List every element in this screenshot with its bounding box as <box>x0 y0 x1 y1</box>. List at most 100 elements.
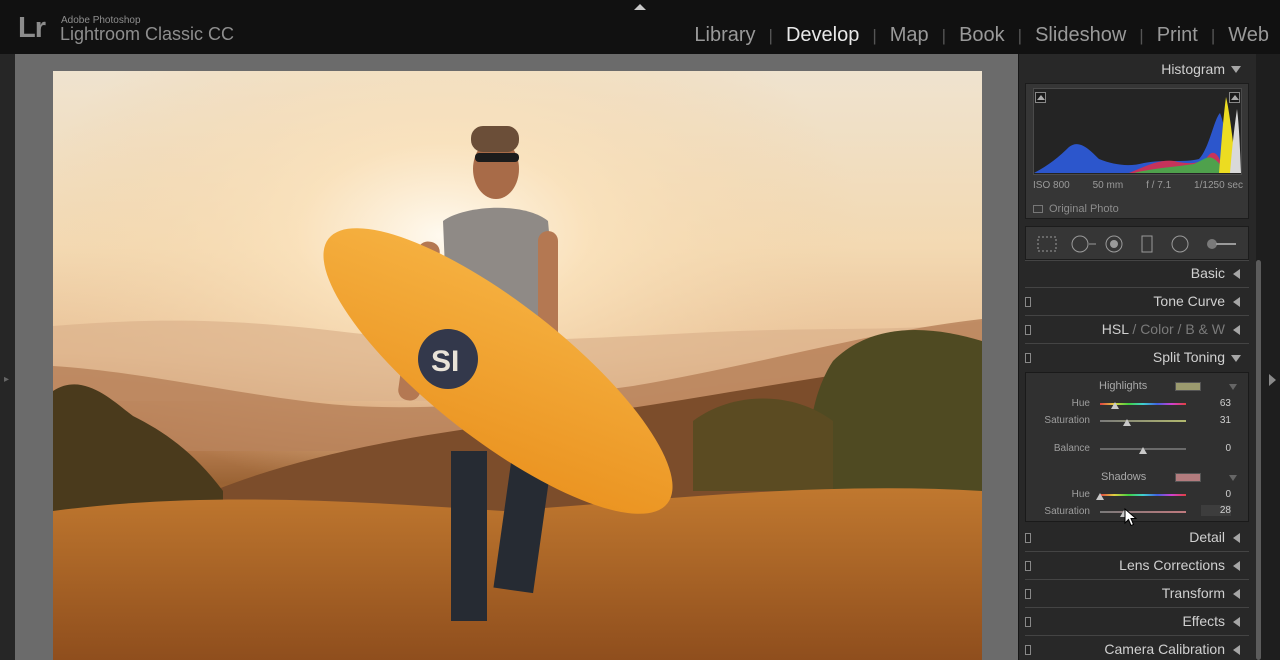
detail-toggle-switch[interactable] <box>1025 533 1031 543</box>
top-bar: Lr Adobe Photoshop Lightroom Classic CC … <box>0 0 1280 54</box>
highlights-saturation-slider-knob[interactable] <box>1122 419 1131 426</box>
detail-expand-icon[interactable] <box>1233 533 1240 543</box>
basic-section-label: Basic <box>1190 265 1225 281</box>
module-map[interactable]: Map <box>877 24 942 47</box>
tone-curve-section-header[interactable]: Tone Curve <box>1025 289 1249 315</box>
mouse-cursor-icon <box>1124 508 1138 527</box>
svg-text:SI: SI <box>431 345 459 378</box>
highlights-picker-arrow-icon[interactable] <box>1229 384 1237 390</box>
module-web[interactable]: Web <box>1215 24 1269 47</box>
split-toning-toggle-switch[interactable] <box>1025 353 1031 363</box>
bw-tab[interactable]: B & W <box>1185 321 1225 337</box>
highlights-saturation-value[interactable]: 31 <box>1201 415 1231 426</box>
original-photo-checkbox[interactable] <box>1033 205 1043 213</box>
color-tab[interactable]: Color <box>1140 321 1173 337</box>
photo-illustration: SI <box>53 71 982 660</box>
exif-shutter: 1/1250 sec <box>1194 180 1243 191</box>
highlights-color-swatch[interactable] <box>1175 382 1201 391</box>
shadows-hue-value[interactable]: 0 <box>1201 489 1231 500</box>
module-library[interactable]: Library <box>681 24 768 47</box>
shadow-clipping-icon[interactable] <box>1035 92 1046 103</box>
balance-value[interactable]: 0 <box>1201 443 1231 454</box>
hsl-section-label: HSL / Color / B & W <box>1102 321 1225 337</box>
transform-expand-icon[interactable] <box>1233 589 1240 599</box>
balance-label: Balance <box>1053 443 1090 454</box>
transform-section-label: Transform <box>1161 585 1225 601</box>
develop-right-panel: Histogram ISO 800 50 mm f / 7.1 1/1250 s… <box>1018 54 1256 660</box>
adjustment-brush-icon[interactable] <box>1204 235 1238 253</box>
module-book[interactable]: Book <box>946 24 1018 47</box>
collapse-top-panel-arrow-icon[interactable] <box>634 4 646 10</box>
camera-calibration-toggle-switch[interactable] <box>1025 645 1031 655</box>
effects-expand-icon[interactable] <box>1233 617 1240 627</box>
camera-calibration-section-header[interactable]: Camera Calibration <box>1025 637 1249 660</box>
right-panel-scrollbar[interactable] <box>1256 260 1261 660</box>
lens-corrections-toggle-switch[interactable] <box>1025 561 1031 571</box>
radial-filter-icon[interactable] <box>1170 235 1190 253</box>
shadows-saturation-value[interactable]: 28 <box>1201 505 1231 516</box>
tool-strip <box>1025 226 1249 260</box>
tone-curve-toggle-switch[interactable] <box>1025 297 1031 307</box>
hsl-toggle-switch[interactable] <box>1025 325 1031 335</box>
highlights-hue-label: Hue <box>1071 398 1090 409</box>
highlights-hue-value[interactable]: 63 <box>1201 398 1231 409</box>
module-print[interactable]: Print <box>1144 24 1211 47</box>
lens-corrections-expand-icon[interactable] <box>1233 561 1240 571</box>
module-develop[interactable]: Develop <box>773 24 872 47</box>
basic-section-header[interactable]: Basic <box>1025 261 1249 287</box>
shadows-saturation-slider-track[interactable] <box>1100 511 1186 513</box>
tone-curve-expand-icon[interactable] <box>1233 297 1240 307</box>
transform-section-header[interactable]: Transform <box>1025 581 1249 607</box>
right-panel-edge[interactable] <box>1262 54 1280 660</box>
section-divider <box>1025 287 1249 288</box>
balance-slider-knob[interactable] <box>1139 447 1147 454</box>
histogram-title: Histogram <box>1161 61 1225 77</box>
effects-toggle-switch[interactable] <box>1025 617 1031 627</box>
graduated-filter-icon[interactable] <box>1140 235 1154 253</box>
highlight-clipping-icon[interactable] <box>1229 92 1240 103</box>
section-divider <box>1025 315 1249 316</box>
split-toning-panel: Highlights Hue 63 Saturation 31 Balance … <box>1025 372 1249 522</box>
shadows-hue-slider-knob[interactable] <box>1096 493 1104 500</box>
shadows-picker-arrow-icon[interactable] <box>1229 475 1237 481</box>
detail-section-header[interactable]: Detail <box>1025 525 1249 551</box>
red-eye-icon[interactable] <box>1104 235 1124 253</box>
section-divider <box>1025 607 1249 608</box>
main-photo[interactable]: SI <box>53 71 982 660</box>
basic-expand-icon[interactable] <box>1233 269 1240 279</box>
split-toning-collapse-icon[interactable] <box>1231 355 1241 362</box>
effects-section-header[interactable]: Effects <box>1025 609 1249 635</box>
histogram-collapse-icon[interactable] <box>1231 66 1241 73</box>
exif-aperture: f / 7.1 <box>1146 180 1172 191</box>
detail-section-label: Detail <box>1189 529 1225 545</box>
exif-iso: ISO 800 <box>1033 180 1070 191</box>
camera-calibration-section-label: Camera Calibration <box>1104 641 1225 657</box>
transform-toggle-switch[interactable] <box>1025 589 1031 599</box>
histogram-header[interactable]: Histogram <box>1019 54 1257 82</box>
hsl-section-header[interactable]: HSL / Color / B & W <box>1025 317 1249 343</box>
histogram-graph[interactable] <box>1033 88 1242 175</box>
hsl-expand-icon[interactable] <box>1233 325 1240 335</box>
left-panel-edge[interactable]: ▸ <box>0 54 15 660</box>
original-photo-toggle[interactable]: Original Photo <box>1033 203 1119 215</box>
module-slideshow[interactable]: Slideshow <box>1022 24 1139 47</box>
shadows-color-swatch[interactable] <box>1175 473 1201 482</box>
section-divider <box>1025 551 1249 552</box>
shadows-saturation-label: Saturation <box>1044 506 1090 517</box>
lens-corrections-section-label: Lens Corrections <box>1119 557 1225 573</box>
section-divider <box>1025 635 1249 636</box>
crop-tool-icon[interactable] <box>1036 235 1058 253</box>
histogram-box: ISO 800 50 mm f / 7.1 1/1250 sec Origina… <box>1025 83 1249 219</box>
shadows-hue-slider-track[interactable] <box>1100 494 1186 496</box>
collapse-right-panel-icon[interactable] <box>1269 374 1276 386</box>
split-toning-section-header[interactable]: Split Toning <box>1025 345 1249 371</box>
lens-corrections-section-header[interactable]: Lens Corrections <box>1025 553 1249 579</box>
spot-removal-icon[interactable] <box>1070 235 1098 253</box>
hsl-tab[interactable]: HSL <box>1102 321 1129 337</box>
original-photo-label: Original Photo <box>1049 203 1119 215</box>
expand-left-panel-icon[interactable]: ▸ <box>4 374 9 385</box>
highlights-saturation-slider-track[interactable] <box>1100 420 1186 422</box>
highlights-hue-slider-knob[interactable] <box>1111 402 1120 409</box>
highlights-heading: Highlights <box>1099 380 1148 392</box>
camera-calibration-expand-icon[interactable] <box>1233 645 1240 655</box>
